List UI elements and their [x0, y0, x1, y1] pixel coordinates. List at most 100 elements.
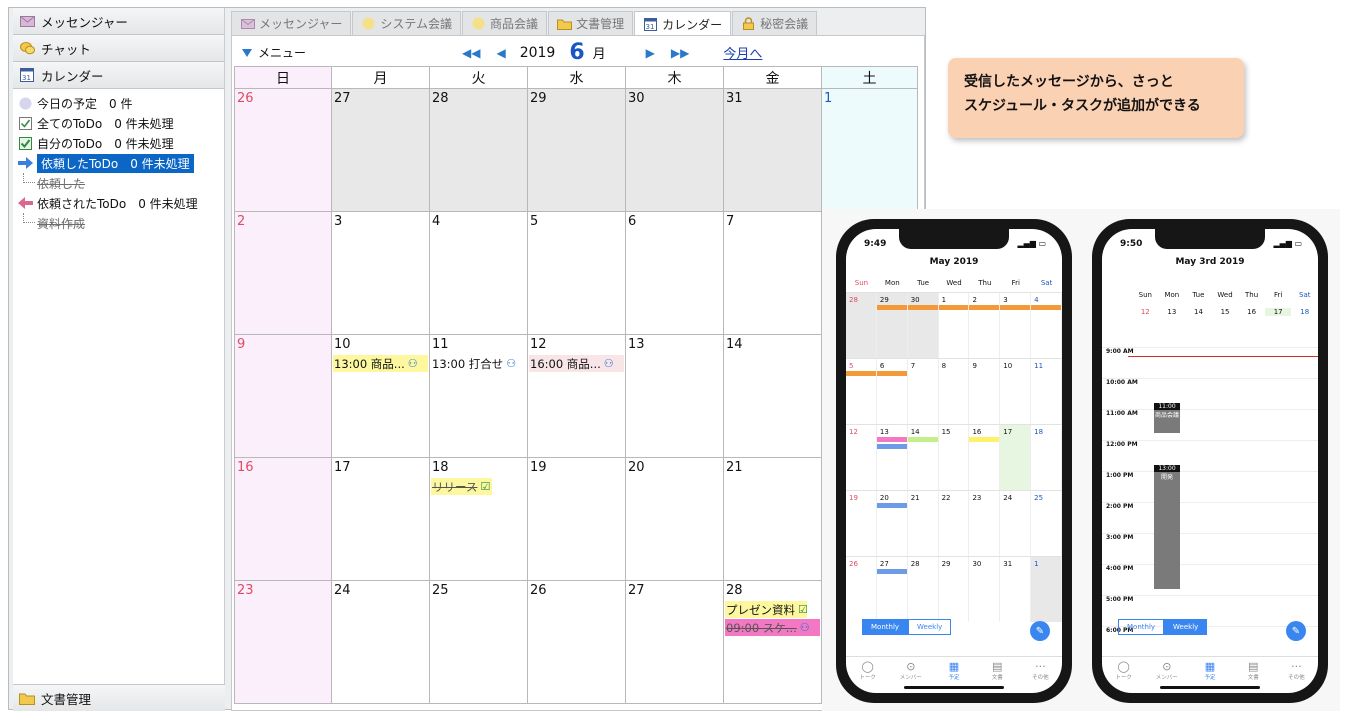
phone-day[interactable]: 1 — [938, 293, 970, 358]
phone-day[interactable]: 17 — [1000, 425, 1032, 490]
phone-day[interactable]: 25 — [1031, 491, 1062, 556]
phone-day[interactable]: 12 — [846, 425, 877, 490]
phone-day[interactable]: 29 — [876, 293, 908, 358]
calendar-todo[interactable]: プレゼン資料 ☑ — [725, 601, 807, 618]
phone-day[interactable]: 28 — [908, 557, 939, 622]
menu-button[interactable]: メニュー — [242, 44, 306, 61]
tree-item-all-todo[interactable]: 全てのToDo 0 件未処理 — [13, 113, 224, 133]
tree-item-requested-sub[interactable]: 依頼した — [13, 173, 224, 193]
day-cell[interactable]: 3 — [332, 212, 430, 335]
day-cell[interactable]: 21 — [724, 458, 822, 581]
phone-day[interactable]: 20 — [876, 491, 908, 556]
day-cell[interactable]: 27 — [332, 89, 430, 212]
calendar-todo[interactable]: リリース ☑ — [431, 478, 492, 495]
tree-item-requested-todo[interactable]: 依頼したToDo 0 件未処理 — [13, 153, 224, 173]
day-cell[interactable]: 24 — [332, 581, 430, 704]
phone-day[interactable]: 28 — [846, 293, 877, 358]
phone-day[interactable]: 3 — [1000, 293, 1032, 358]
tree-item-my-todo[interactable]: 自分のToDo 0 件未処理 — [13, 133, 224, 153]
phone-day[interactable]: 27 — [876, 557, 908, 622]
tab-messenger[interactable]: メッセンジャー — [231, 11, 352, 35]
phone-day[interactable]: 26 — [846, 557, 877, 622]
day-cell[interactable]: 31 — [724, 89, 822, 212]
prev-month-icon[interactable]: ◀ — [496, 46, 505, 60]
phone-day[interactable]: 6 — [876, 359, 908, 424]
phone-day[interactable]: 30 — [907, 293, 939, 358]
phone-day[interactable]: 14 — [907, 425, 939, 490]
day-cell[interactable]: 18 リリース ☑ — [430, 458, 528, 581]
day-cell[interactable]: 5 — [528, 212, 626, 335]
tab-product-meeting[interactable]: 商品会議 — [462, 11, 548, 35]
weekly-button[interactable]: Weekly — [908, 619, 952, 635]
week-event[interactable]: 13:00 開発 — [1154, 465, 1180, 589]
day-cell[interactable]: 27 — [626, 581, 724, 704]
day-cell[interactable]: 26 — [528, 581, 626, 704]
phone-day[interactable]: 22 — [939, 491, 970, 556]
tab-system-meeting[interactable]: システム会議 — [352, 11, 462, 35]
tab-members[interactable]: ⊙ メンバー — [889, 660, 932, 681]
phone-day[interactable]: 2 — [969, 293, 1001, 358]
this-month-link[interactable]: 今月へ — [723, 43, 762, 62]
phone-day[interactable]: 31 — [1000, 557, 1032, 622]
day-cell[interactable]: 16 — [234, 458, 332, 581]
day-cell[interactable]: 28 プレゼン資料 ☑ 09:00 スケ... ⚇ — [724, 581, 822, 704]
tree-item-received-sub[interactable]: 資料作成 — [13, 213, 224, 233]
phone-day[interactable]: 30 — [969, 557, 1001, 622]
day-cell[interactable]: 28 — [430, 89, 528, 212]
phone-day[interactable]: 10 — [1000, 359, 1032, 424]
tab-members[interactable]: ⊙ メンバー — [1145, 660, 1188, 681]
add-event-button[interactable]: ✎ — [1286, 621, 1306, 641]
tab-more[interactable]: ··· その他 — [1275, 660, 1318, 681]
day-cell[interactable]: 20 — [626, 458, 724, 581]
tab-documents[interactable]: 文書管理 — [548, 11, 634, 35]
phone-day[interactable]: 9 — [969, 359, 1001, 424]
weekly-button[interactable]: Weekly — [1164, 619, 1208, 635]
tab-docs[interactable]: ▤ 文書 — [1232, 660, 1275, 681]
day-cell[interactable]: 7 — [724, 212, 822, 335]
phone-day[interactable]: 16 — [969, 425, 1001, 490]
next-month-icon[interactable]: ▶ — [646, 46, 655, 60]
tree-item-received-todo[interactable]: 依頼されたToDo 0 件未処理 — [13, 193, 224, 213]
phone-day[interactable]: 21 — [908, 491, 939, 556]
day-cell[interactable]: 19 — [528, 458, 626, 581]
day-cell[interactable]: 9 — [234, 335, 332, 458]
phone-day[interactable]: 11 — [1031, 359, 1062, 424]
next-year-icon[interactable]: ▶▶ — [671, 46, 689, 60]
phone-day[interactable]: 15 — [939, 425, 970, 490]
sidebar-header-calendar[interactable]: 31 カレンダー — [13, 62, 224, 89]
add-event-button[interactable]: ✎ — [1030, 621, 1050, 641]
calendar-event[interactable]: 13:00 商品... ⚇ — [333, 355, 428, 372]
phone-day[interactable]: 5 — [846, 359, 877, 424]
phone-day[interactable]: 4 — [1031, 293, 1062, 358]
day-cell[interactable]: 6 — [626, 212, 724, 335]
day-cell[interactable]: 23 — [234, 581, 332, 704]
sidebar-header-messenger[interactable]: メッセンジャー — [13, 8, 224, 35]
phone-day[interactable]: 29 — [939, 557, 970, 622]
day-cell[interactable]: 11 13:00 打合せ ⚇ — [430, 335, 528, 458]
day-cell[interactable]: 29 — [528, 89, 626, 212]
sidebar-footer-documents[interactable]: 文書管理 — [13, 684, 225, 711]
phone-day[interactable]: 8 — [939, 359, 970, 424]
tab-secret-meeting[interactable]: 秘密会議 — [732, 11, 818, 35]
phone-day[interactable]: 7 — [908, 359, 939, 424]
tree-item-today[interactable]: 今日の予定 0 件 — [13, 93, 224, 113]
day-cell[interactable]: 26 — [234, 89, 332, 212]
calendar-event[interactable]: 16:00 商品... ⚇ — [529, 355, 624, 372]
tab-docs[interactable]: ▤ 文書 — [976, 660, 1019, 681]
day-cell[interactable]: 10 13:00 商品... ⚇ — [332, 335, 430, 458]
tab-more[interactable]: ··· その他 — [1019, 660, 1062, 681]
phone-day[interactable]: 23 — [969, 491, 1001, 556]
day-cell[interactable]: 13 — [626, 335, 724, 458]
tab-talk[interactable]: ◯ トーク — [846, 660, 889, 681]
monthly-button[interactable]: Monthly — [862, 619, 909, 635]
phone-day[interactable]: 24 — [1000, 491, 1032, 556]
phone-day[interactable]: 1 — [1031, 557, 1062, 622]
phone-day[interactable]: 13 — [876, 425, 908, 490]
tab-talk[interactable]: ◯ トーク — [1102, 660, 1145, 681]
tab-calendar[interactable]: 31 カレンダー — [634, 11, 732, 36]
prev-year-icon[interactable]: ◀◀ — [462, 46, 480, 60]
day-cell[interactable]: 14 — [724, 335, 822, 458]
phone-day[interactable]: 19 — [846, 491, 877, 556]
day-cell[interactable]: 4 — [430, 212, 528, 335]
monthly-button[interactable]: Monthly — [1118, 619, 1165, 635]
